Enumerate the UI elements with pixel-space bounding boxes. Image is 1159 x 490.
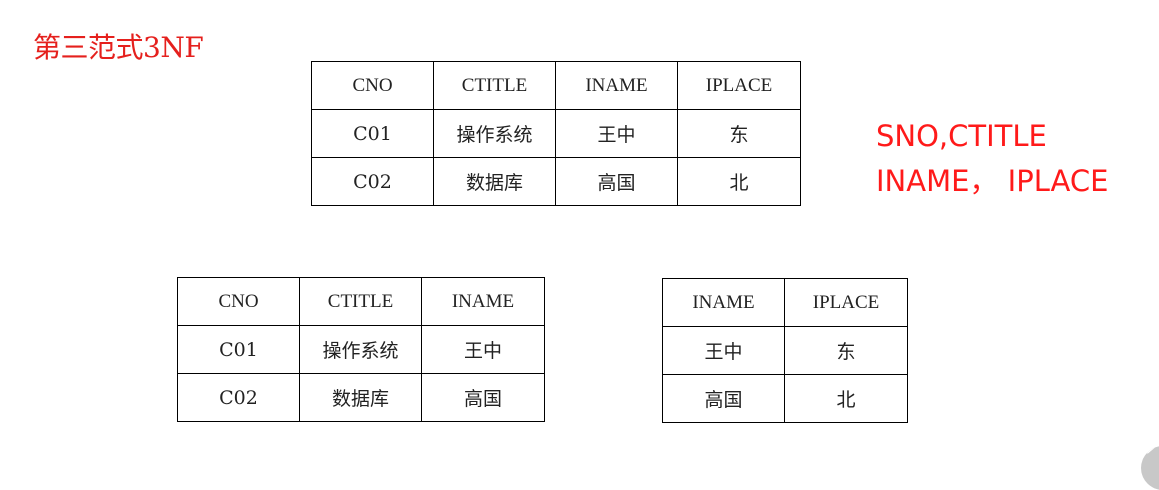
table-row: C02 数据库 高国 [177,373,545,422]
table-course-relation: CNO CTITLE INAME C01 操作系统 王中 C02 数据库 高国 [177,277,545,422]
table-header-row: CNO CTITLE INAME IPLACE [311,61,801,110]
note-line-1: SNO,CTITLE [876,119,1047,153]
header-cell-iplace: IPLACE [784,278,908,327]
header-cell-iname: INAME [555,61,678,110]
header-cell-cno: CNO [311,61,434,110]
table-cell: 北 [784,374,908,423]
table-cell: 操作系统 [433,109,556,158]
table-cell: 王中 [555,109,678,158]
pen-icon [1146,446,1157,454]
header-cell-iname: INAME [421,277,545,326]
table-cell: C01 [311,109,434,158]
table-row: C02 数据库 高国 北 [311,157,801,206]
table-row: 王中 东 [662,326,908,375]
slide-nav-button[interactable] [1141,446,1159,490]
header-cell-cno: CNO [177,277,300,326]
dependency-note: SNO,CTITLE INAME， IPLACE [876,114,1108,204]
slide-title: 第三范式3NF [33,31,204,64]
table-cell: 东 [677,109,801,158]
table-cell: 东 [784,326,908,375]
table-cell: C02 [311,157,434,206]
header-cell-ctitle: CTITLE [433,61,556,110]
header-cell-iplace: IPLACE [677,61,801,110]
table-cell: 操作系统 [299,325,422,374]
table-cell: 数据库 [433,157,556,206]
table-header-row: INAME IPLACE [662,278,908,327]
table-cell: 高国 [555,157,678,206]
header-cell-iname: INAME [662,278,785,327]
table-row: C01 操作系统 王中 [177,325,545,374]
table-cell: C01 [177,325,300,374]
table-cell: 北 [677,157,801,206]
table-instructor-relation: INAME IPLACE 王中 东 高国 北 [662,278,908,423]
table-cell: 王中 [421,325,545,374]
note-line-2: INAME， IPLACE [876,164,1109,198]
table-row: 高国 北 [662,374,908,423]
table-main-relation: CNO CTITLE INAME IPLACE C01 操作系统 王中 东 C0… [311,61,801,206]
header-cell-ctitle: CTITLE [299,277,422,326]
table-cell: 数据库 [299,373,422,422]
table-header-row: CNO CTITLE INAME [177,277,545,326]
table-cell: 高国 [662,374,785,423]
table-cell: 高国 [421,373,545,422]
table-row: C01 操作系统 王中 东 [311,109,801,158]
table-cell: 王中 [662,326,785,375]
table-cell: C02 [177,373,300,422]
